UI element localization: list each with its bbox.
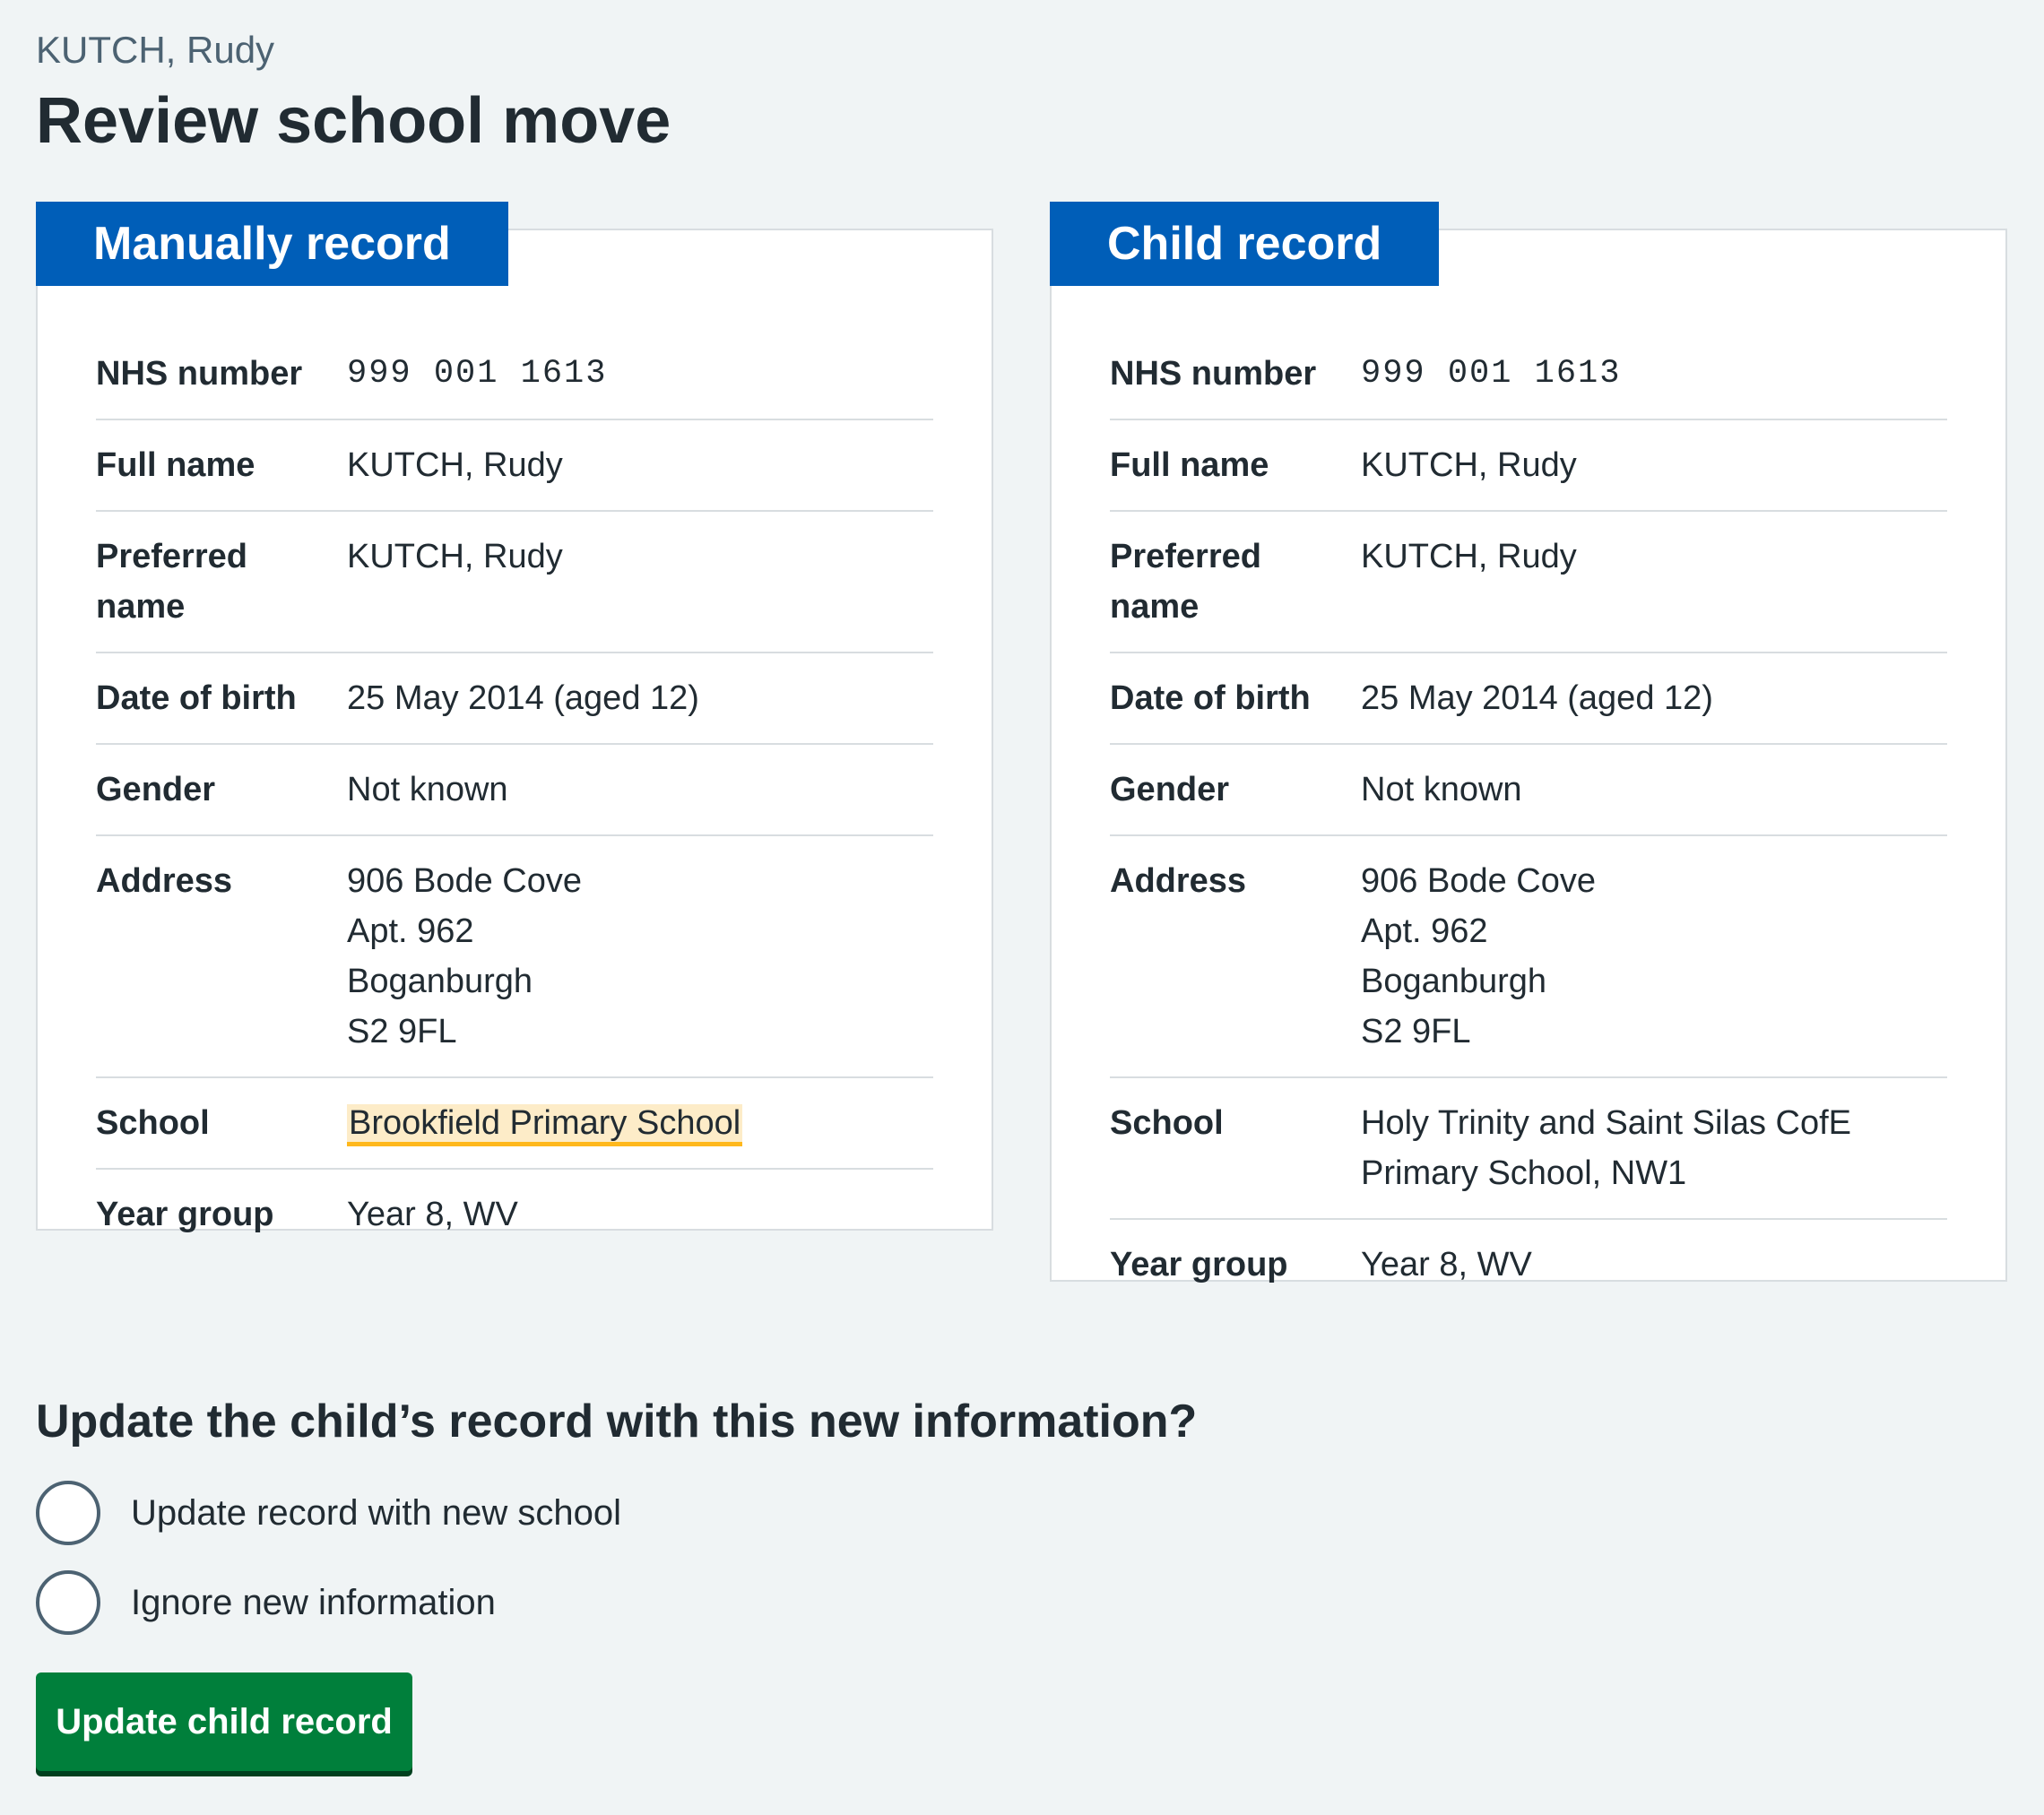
summary-key: Date of birth (1110, 679, 1311, 717)
summary-value: 999 001 1613 (347, 355, 608, 393)
address-line: S2 9FL (1361, 1013, 1471, 1050)
page-caption: KUTCH, Rudy (36, 29, 275, 71)
summary-key: Gender (1110, 771, 1230, 808)
summary-key: Full name (96, 446, 256, 484)
summary-key: NHS number (96, 355, 303, 393)
card-manually-record: Manually record NHS number 999 001 1613 … (36, 202, 993, 1233)
address-line: Apt. 962 (347, 912, 474, 950)
update-child-record-button[interactable]: Update child record (36, 1672, 412, 1771)
radio-option-ignore[interactable]: Ignore new information (36, 1567, 621, 1638)
summary-value: Year 8, WV (1361, 1246, 1532, 1283)
summary-row-year-group: Year group Year 8, WV (1110, 1220, 1947, 1309)
summary-row-date-of-birth: Date of birth 25 May 2014 (aged 12) (96, 653, 933, 745)
summary-row-nhs-number: NHS number 999 001 1613 (96, 329, 933, 420)
address-line: Boganburgh (347, 963, 533, 1000)
summary-key: NHS number (1110, 355, 1317, 393)
address-line: Apt. 962 (1361, 912, 1488, 950)
page: KUTCH, Rudy Review school move Manually … (36, 25, 2008, 1771)
summary-key: Preferred name (1110, 538, 1261, 626)
address-line: 906 Bode Cove (347, 862, 582, 900)
summary-row-gender: Gender Not known (96, 745, 933, 836)
summary-value-address: 906 Bode Cove Apt. 962 Boganburgh S2 9FL (1361, 856, 1947, 1057)
summary-row-year-group: Year group Year 8, WV (96, 1170, 933, 1259)
radio-label[interactable]: Ignore new information (131, 1577, 496, 1628)
radio-label[interactable]: Update record with new school (131, 1488, 621, 1538)
summary-key: Date of birth (96, 679, 297, 717)
summary-value-address: 906 Bode Cove Apt. 962 Boganburgh S2 9FL (347, 856, 933, 1057)
summary-row-school: School Holy Trinity and Saint Silas CofE… (1110, 1078, 1947, 1220)
summary-key: School (1110, 1104, 1224, 1142)
summary-value: Year 8, WV (347, 1196, 518, 1233)
summary-value: Brookfield Primary School (347, 1098, 933, 1148)
summary-value: Holy Trinity and Saint Silas CofE Primar… (1361, 1104, 1852, 1192)
summary-key: Gender (96, 771, 216, 808)
card-heading: Manually record (36, 202, 508, 286)
summary-key: Address (96, 862, 233, 900)
summary-list: NHS number 999 001 1613 Full name KUTCH,… (1110, 329, 1947, 1309)
address-line: Boganburgh (1361, 963, 1547, 1000)
summary-key: Year group (1110, 1246, 1288, 1283)
address-line: 906 Bode Cove (1361, 862, 1596, 900)
comparison-cards: Manually record NHS number 999 001 1613 … (36, 202, 2008, 1309)
radio-question: Update the child’s record with this new … (36, 1396, 1198, 1448)
summary-row-gender: Gender Not known (1110, 745, 1947, 836)
summary-value: 999 001 1613 (1361, 355, 1622, 393)
page-title: Review school move (36, 85, 671, 157)
summary-row-address: Address 906 Bode Cove Apt. 962 Boganburg… (1110, 836, 1947, 1078)
summary-value: 25 May 2014 (aged 12) (347, 679, 699, 717)
summary-key: Full name (1110, 446, 1269, 484)
summary-row-preferred-name: Preferred name KUTCH, Rudy (96, 512, 933, 653)
summary-row-nhs-number: NHS number 999 001 1613 (1110, 329, 1947, 420)
summary-value: 25 May 2014 (aged 12) (1361, 679, 1713, 717)
summary-row-preferred-name: Preferred name KUTCH, Rudy (1110, 512, 1947, 653)
summary-key: Address (1110, 862, 1247, 900)
card-child-record: Child record NHS number 999 001 1613 Ful… (1050, 202, 2007, 1283)
summary-row-full-name: Full name KUTCH, Rudy (1110, 420, 1947, 512)
summary-row-date-of-birth: Date of birth 25 May 2014 (aged 12) (1110, 653, 1947, 745)
radio-button[interactable] (36, 1481, 100, 1545)
summary-key: Year group (96, 1196, 274, 1233)
address-line: S2 9FL (347, 1013, 457, 1050)
summary-value: KUTCH, Rudy (347, 446, 563, 484)
summary-value: Not known (1361, 771, 1522, 808)
changed-value-highlight: Brookfield Primary School (347, 1104, 743, 1146)
summary-row-address: Address 906 Bode Cove Apt. 962 Boganburg… (96, 836, 933, 1078)
summary-value: Not known (347, 771, 508, 808)
summary-list: NHS number 999 001 1613 Full name KUTCH,… (96, 329, 933, 1259)
summary-value: KUTCH, Rudy (347, 538, 563, 575)
summary-row-school: School Brookfield Primary School (96, 1078, 933, 1170)
summary-value: KUTCH, Rudy (1361, 538, 1577, 575)
summary-key: School (96, 1104, 210, 1142)
radio-button[interactable] (36, 1570, 100, 1635)
summary-key: Preferred name (96, 538, 247, 626)
summary-value: KUTCH, Rudy (1361, 446, 1577, 484)
summary-row-full-name: Full name KUTCH, Rudy (96, 420, 933, 512)
radio-group: Update record with new school Ignore new… (36, 1477, 621, 1656)
card-heading: Child record (1050, 202, 1440, 286)
radio-option-update-record[interactable]: Update record with new school (36, 1477, 621, 1549)
